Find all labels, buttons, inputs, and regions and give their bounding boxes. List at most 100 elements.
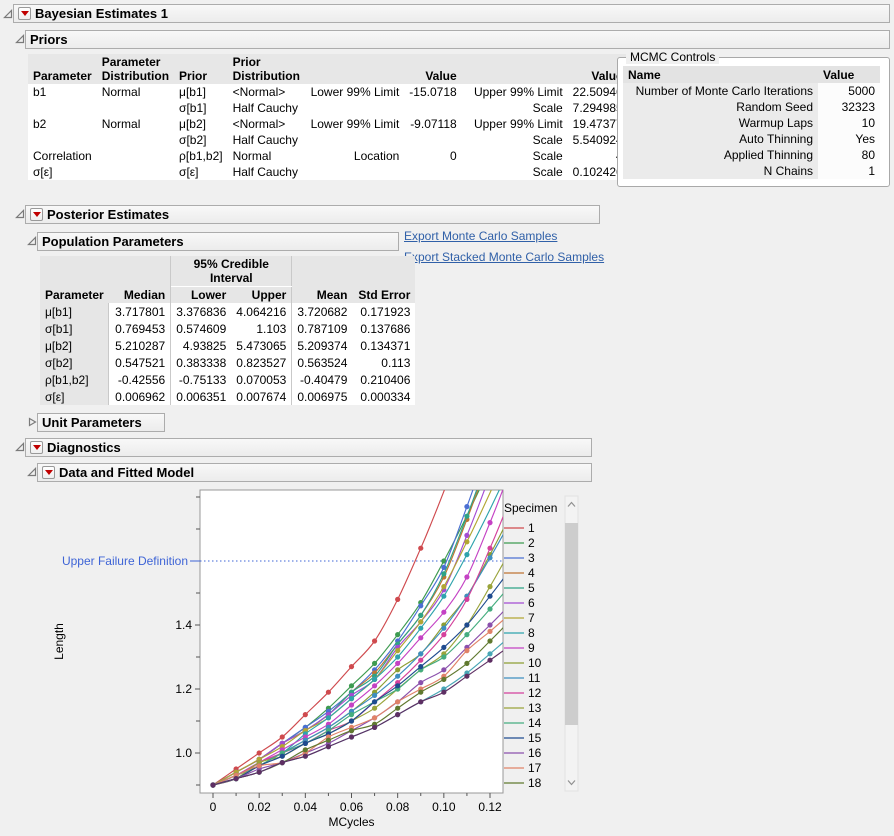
section-header-diagnostics: Diagnostics: [25, 438, 592, 457]
column-header: Lower: [171, 287, 232, 304]
section-header-priors: Priors: [25, 30, 890, 49]
table-cell: 0.563524: [292, 354, 353, 371]
table-cell: σ[b1]: [40, 320, 109, 337]
scrollbar-thumb[interactable]: [565, 523, 578, 725]
table-cell: b1: [28, 84, 97, 100]
table-cell: [97, 100, 174, 116]
data-point: [487, 638, 492, 643]
table-cell: μ[b1]: [40, 303, 109, 320]
data-point: [372, 677, 377, 682]
column-header: Value: [818, 66, 880, 83]
data-point: [326, 715, 331, 720]
table-cell: μ[b2]: [174, 116, 228, 132]
data-point: [464, 597, 469, 602]
data-point: [464, 574, 469, 579]
table-row: σ[ε]0.0069620.0063510.0076740.0069750.00…: [40, 388, 415, 405]
table-row: N Chains1: [623, 163, 880, 179]
table-cell: -9.07118: [404, 116, 461, 132]
red-triangle-menu-icon[interactable]: [30, 441, 43, 454]
table-cell: Lower 99% Limit: [306, 84, 405, 100]
table-cell: 5.210287: [109, 337, 171, 354]
section-header-posterior-estimates: Posterior Estimates: [25, 205, 600, 224]
legend-item-specimen-13[interactable]: 13: [504, 701, 542, 715]
y-tick-label: 1.0: [175, 746, 192, 760]
section-title-posterior-estimates: Posterior Estimates: [47, 206, 169, 223]
table-cell: 0.137686: [352, 320, 415, 337]
legend-item-specimen-15[interactable]: 15: [504, 731, 542, 745]
data-point: [395, 699, 400, 704]
column-header: Mean: [292, 256, 353, 303]
svg-text:16: 16: [528, 746, 542, 760]
red-triangle-menu-icon[interactable]: [18, 7, 31, 20]
table-cell: [306, 164, 405, 180]
svg-text:5: 5: [528, 581, 535, 595]
legend-item-specimen-14[interactable]: 14: [504, 716, 542, 730]
table-cell: σ[ε]: [40, 388, 109, 405]
table-cell: -0.75133: [171, 371, 232, 388]
table-cell: Scale: [462, 132, 568, 148]
legend-item-specimen-18[interactable]: 18: [504, 776, 542, 790]
legend-item-specimen-6[interactable]: 6: [504, 596, 535, 610]
table-cell: 0.823527: [231, 354, 292, 371]
data-point: [372, 725, 377, 730]
legend-item-specimen-4[interactable]: 4: [504, 566, 535, 580]
legend-item-specimen-3[interactable]: 3: [504, 551, 535, 565]
table-cell: 4.064216: [231, 303, 292, 320]
data-point: [372, 661, 377, 666]
legend-item-specimen-10[interactable]: 10: [504, 656, 542, 670]
legend-scrollbar[interactable]: [565, 496, 578, 791]
data-and-fitted-model-plot[interactable]: 1.01.21.400.020.040.060.080.100.12MCycle…: [40, 486, 592, 836]
table-cell: 0.547521: [109, 354, 171, 371]
table-cell: μ[b2]: [40, 337, 109, 354]
legend-item-specimen-5[interactable]: 5: [504, 581, 535, 595]
table-cell: σ[b1]: [174, 100, 228, 116]
data-point: [487, 606, 492, 611]
svg-text:9: 9: [528, 641, 535, 655]
svg-text:11: 11: [528, 671, 541, 685]
data-point: [418, 651, 423, 656]
export-stacked-monte-carlo-samples-link[interactable]: Export Stacked Monte Carlo Samples: [404, 250, 604, 264]
legend-item-specimen-17[interactable]: 17: [504, 761, 542, 775]
table-cell: ρ[b1,b2]: [174, 148, 228, 164]
legend-item-specimen-8[interactable]: 8: [504, 626, 535, 640]
table-cell: σ[b2]: [174, 132, 228, 148]
data-point: [441, 690, 446, 695]
data-point: [372, 693, 377, 698]
table-cell: 0.000334: [352, 388, 415, 405]
data-point: [441, 632, 446, 637]
data-point: [372, 706, 377, 711]
mcmc-header-row: NameValue: [623, 66, 880, 83]
table-row: μ[b1]3.7178013.3768364.0642163.7206820.1…: [40, 303, 415, 320]
legend-item-specimen-11[interactable]: 11: [504, 671, 541, 685]
legend-item-specimen-16[interactable]: 16: [504, 746, 542, 760]
data-point: [464, 539, 469, 544]
table-cell: Correlation: [28, 148, 97, 164]
table-cell: Number of Monte Carlo Iterations: [623, 83, 818, 99]
legend-item-specimen-7[interactable]: 7: [504, 611, 535, 625]
table-cell: 3.720682: [292, 303, 353, 320]
table-cell: Applied Thinning: [623, 147, 818, 163]
svg-text:7: 7: [528, 611, 535, 625]
table-row: Random Seed32323: [623, 99, 880, 115]
table-row: σ[b1]Half CauchyScale7.294985: [28, 100, 628, 116]
priors-table: ParameterParameter DistributionPriorPrio…: [28, 54, 628, 180]
legend-item-specimen-1[interactable]: 1: [504, 521, 535, 535]
svg-text:4: 4: [528, 566, 535, 580]
table-cell: 0.769453: [109, 320, 171, 337]
table-cell: 0.070053: [231, 371, 292, 388]
svg-text:1: 1: [528, 521, 535, 535]
data-point: [349, 702, 354, 707]
red-triangle-menu-icon[interactable]: [42, 466, 55, 479]
table-cell: 0.134371: [352, 337, 415, 354]
data-point: [280, 734, 285, 739]
data-point: [303, 747, 308, 752]
legend-item-specimen-12[interactable]: 12: [504, 686, 542, 700]
export-monte-carlo-samples-link[interactable]: Export Monte Carlo Samples: [404, 229, 557, 243]
mcmc-controls-table: NameValue Number of Monte Carlo Iteratio…: [623, 66, 880, 179]
legend-item-specimen-9[interactable]: 9: [504, 641, 535, 655]
table-cell: [306, 100, 405, 116]
red-triangle-menu-icon[interactable]: [30, 208, 43, 221]
legend-item-specimen-2[interactable]: 2: [504, 536, 535, 550]
column-header: Std Error: [352, 256, 415, 303]
table-cell: Auto Thinning: [623, 131, 818, 147]
